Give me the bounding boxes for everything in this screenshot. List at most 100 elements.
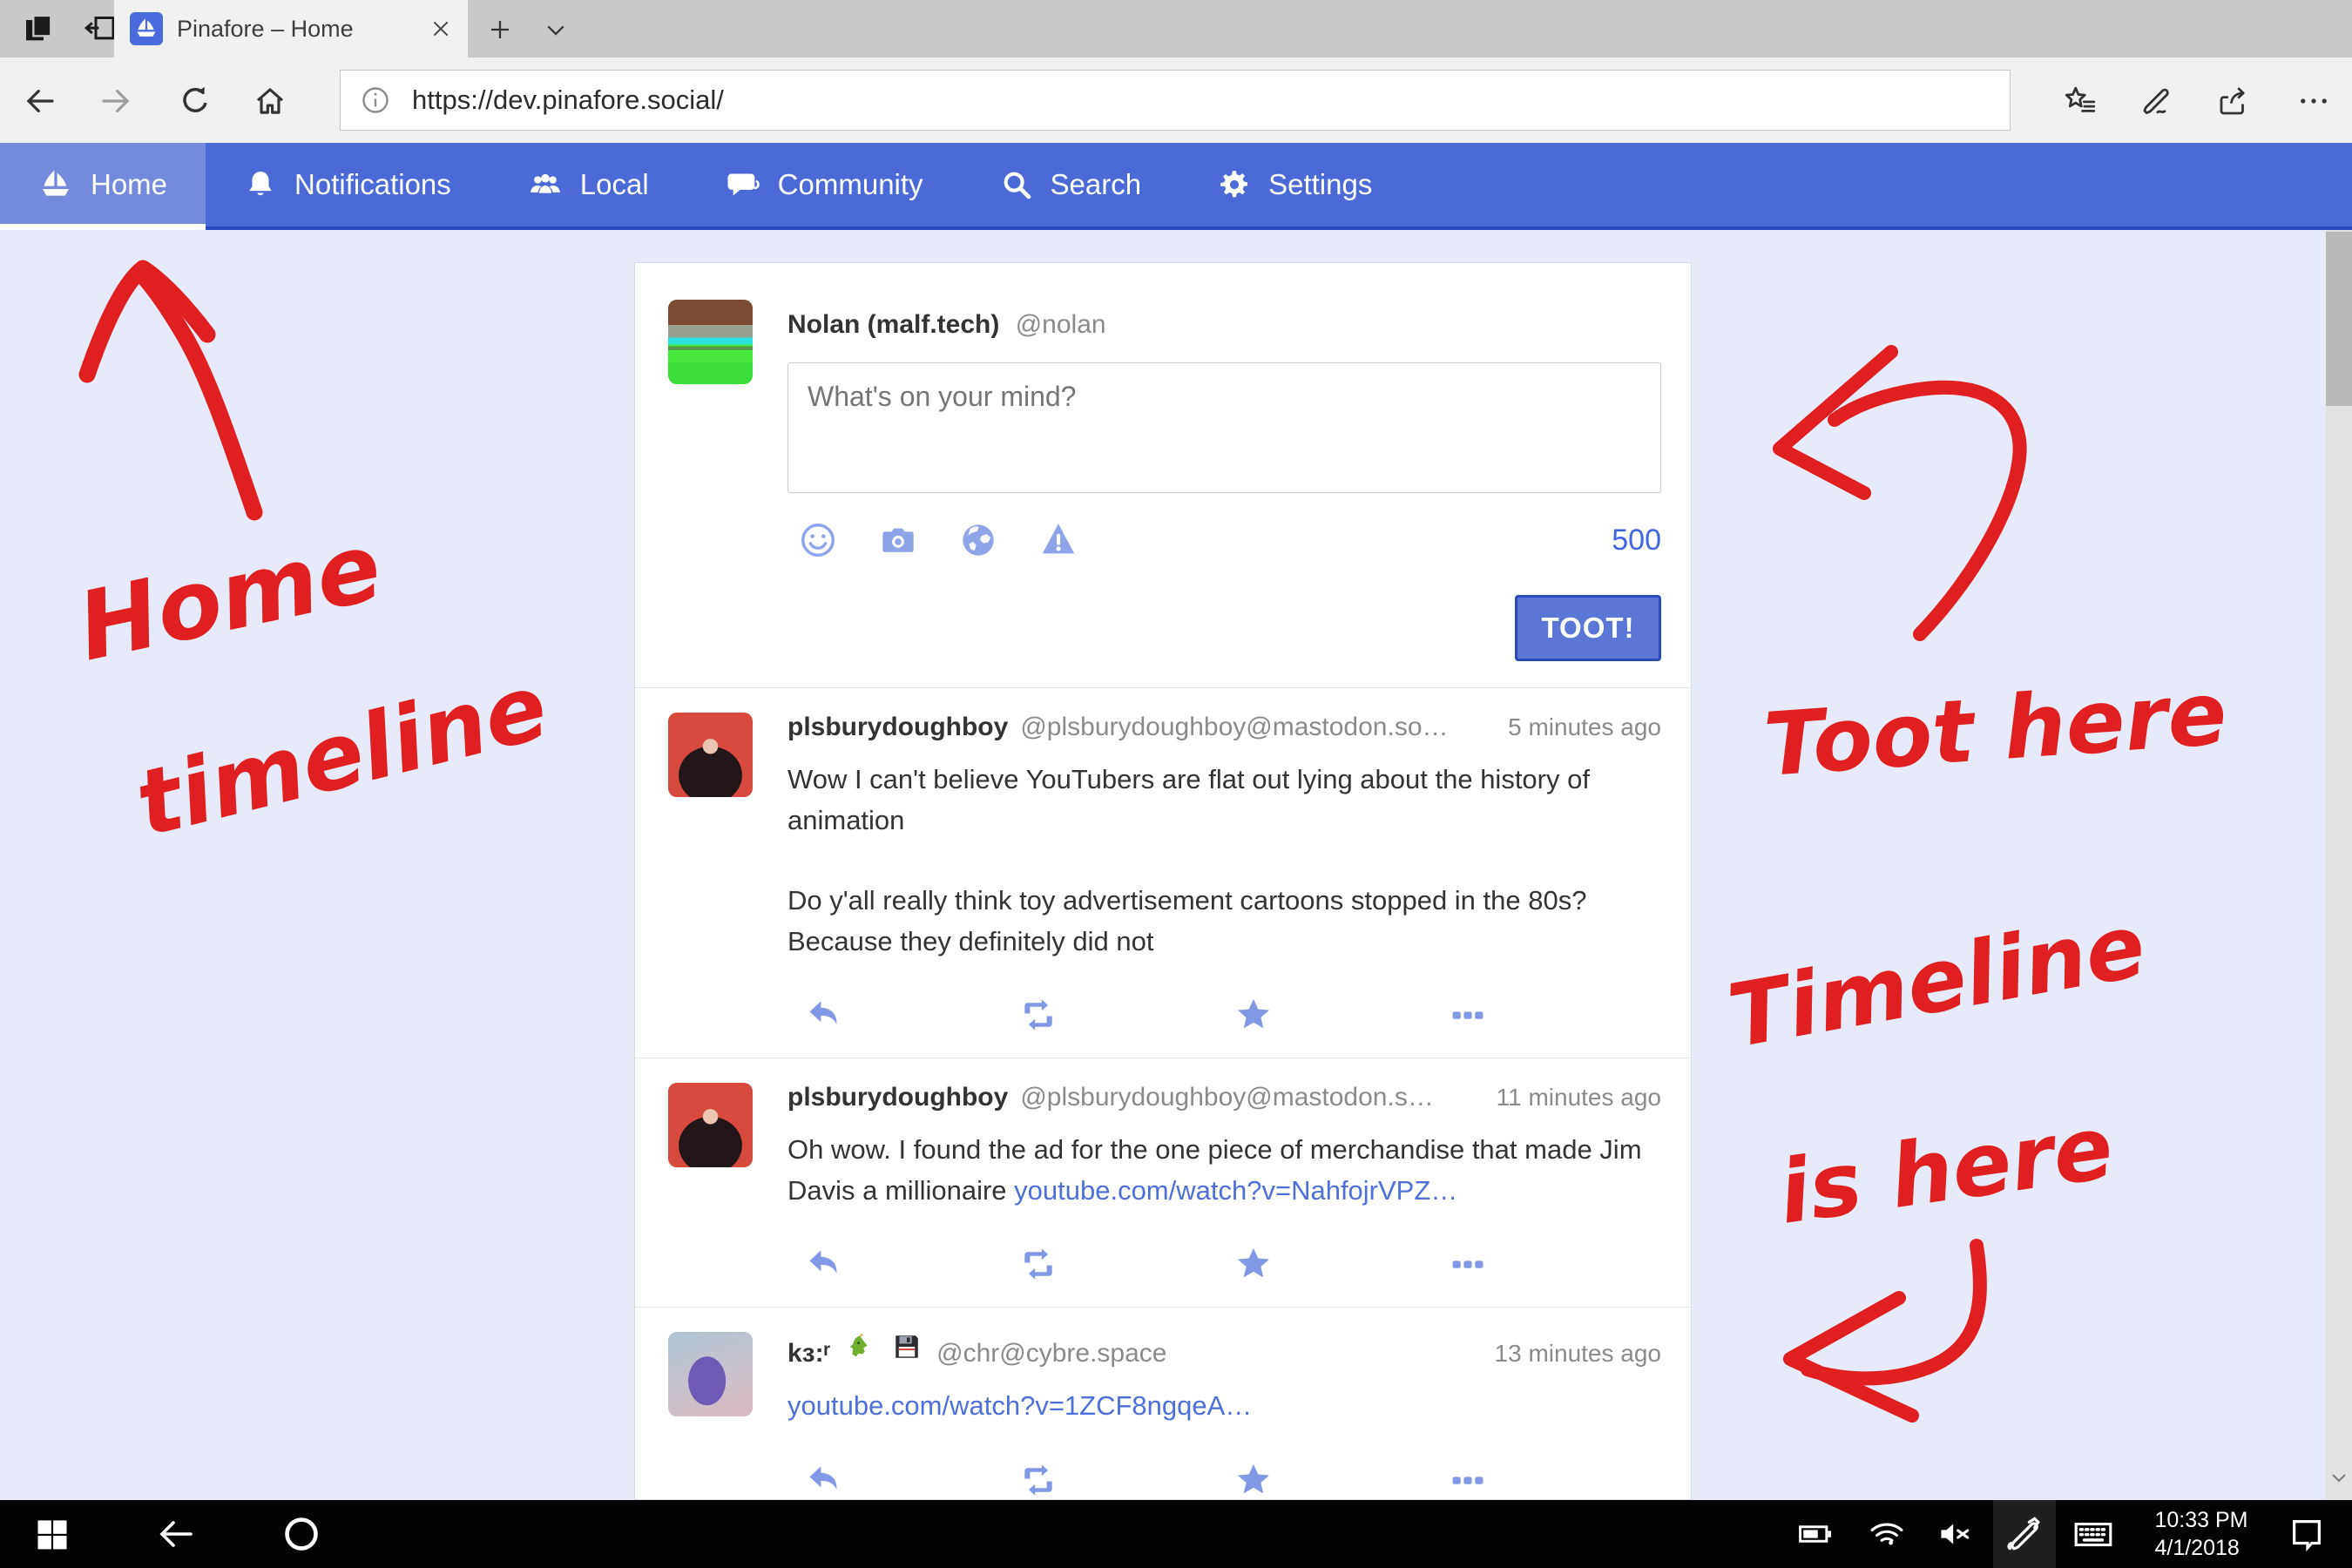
reply-icon[interactable] bbox=[805, 1461, 843, 1499]
chars-remaining: 500 bbox=[1612, 524, 1661, 558]
post-actions bbox=[787, 1244, 1661, 1291]
timeline-feed: Nolan (malf.tech) @nolan bbox=[634, 262, 1692, 1500]
compose-input[interactable] bbox=[787, 362, 1661, 493]
scrollbar-thumb[interactable] bbox=[2326, 232, 2352, 406]
post-content: Wow I can't believe YouTubers are flat o… bbox=[787, 760, 1661, 962]
post-timestamp[interactable]: 11 minutes ago bbox=[1497, 1084, 1661, 1112]
wifi-icon[interactable] bbox=[1859, 1500, 1915, 1568]
nav-item-local[interactable]: Local bbox=[490, 143, 687, 226]
back-icon[interactable] bbox=[21, 82, 59, 120]
avatar[interactable] bbox=[668, 1332, 753, 1416]
web-note-pen-icon[interactable] bbox=[2138, 82, 2176, 120]
post-actions bbox=[787, 1460, 1661, 1501]
post-timestamp[interactable]: 13 minutes ago bbox=[1495, 1340, 1661, 1368]
tab-preview-icon[interactable] bbox=[19, 10, 59, 47]
touch-keyboard-icon[interactable] bbox=[2063, 1500, 2124, 1568]
sailboat-icon bbox=[38, 167, 73, 202]
post-user-name[interactable]: kз:ʳ bbox=[787, 1339, 830, 1369]
url-input[interactable] bbox=[410, 84, 1895, 117]
taskbar-back-button[interactable] bbox=[150, 1500, 202, 1568]
refresh-icon[interactable] bbox=[176, 82, 214, 120]
post-user-name[interactable]: plsburydoughboy bbox=[787, 1083, 1008, 1112]
boost-icon[interactable] bbox=[1018, 1460, 1058, 1500]
start-button[interactable] bbox=[26, 1500, 78, 1568]
nav-label: Local bbox=[580, 168, 649, 201]
windows-ink-pen-icon[interactable] bbox=[1993, 1500, 2056, 1568]
post-user-handle: @plsburydoughboy@mastodon.s… bbox=[1020, 1083, 1434, 1112]
cortana-button[interactable] bbox=[275, 1500, 328, 1568]
people-icon bbox=[528, 167, 563, 202]
pinafore-favicon-icon bbox=[130, 12, 163, 45]
clock-time: 10:33 PM bbox=[2154, 1506, 2247, 1535]
post-more-icon[interactable] bbox=[1449, 1245, 1487, 1283]
nav-label: Community bbox=[778, 168, 923, 201]
favorite-star-icon[interactable] bbox=[1233, 995, 1274, 1035]
new-tab-button[interactable] bbox=[481, 12, 519, 47]
post-more-icon[interactable] bbox=[1449, 1461, 1487, 1499]
browser-tab[interactable]: Pinafore – Home bbox=[114, 0, 468, 57]
browser-tab-strip: Pinafore – Home bbox=[0, 0, 2352, 57]
content-warning-icon[interactable] bbox=[1038, 520, 1078, 560]
battery-icon[interactable] bbox=[1788, 1500, 1843, 1568]
post-user-name[interactable]: plsburydoughboy bbox=[787, 713, 1008, 742]
nav-item-home[interactable]: Home bbox=[0, 143, 206, 226]
home-icon[interactable] bbox=[251, 82, 289, 120]
nav-item-community[interactable]: Community bbox=[687, 143, 962, 226]
boost-icon[interactable] bbox=[1018, 1244, 1058, 1284]
compose-box: Nolan (malf.tech) @nolan bbox=[635, 263, 1691, 688]
floppy-disk-emoji-icon bbox=[892, 1332, 922, 1362]
reply-icon[interactable] bbox=[805, 1245, 843, 1283]
avatar[interactable] bbox=[668, 1083, 753, 1167]
address-bar[interactable] bbox=[340, 70, 2011, 131]
browser-toolbar bbox=[0, 57, 2352, 143]
post-link[interactable]: youtube.com/watch?v=1ZCF8ngqeA… bbox=[787, 1390, 1252, 1421]
favorite-star-icon[interactable] bbox=[1233, 1460, 1274, 1500]
post-more-icon[interactable] bbox=[1449, 996, 1487, 1034]
page-scrollbar[interactable] bbox=[2326, 230, 2352, 1500]
scrollbar-down-icon[interactable] bbox=[2328, 1467, 2349, 1488]
clock-date: 4/1/2018 bbox=[2154, 1534, 2247, 1563]
nav-item-search[interactable]: Search bbox=[962, 143, 1180, 226]
compose-user-handle: @nolan bbox=[1016, 310, 1106, 339]
toot-button[interactable]: TOOT! bbox=[1515, 595, 1661, 661]
timeline-post: plsburydoughboy @plsburydoughboy@mastodo… bbox=[635, 1058, 1691, 1308]
tab-close-icon[interactable] bbox=[429, 17, 452, 40]
reply-icon[interactable] bbox=[805, 996, 843, 1034]
bell-icon bbox=[244, 168, 277, 201]
globe-icon[interactable] bbox=[958, 520, 998, 560]
action-center-icon[interactable] bbox=[2279, 1500, 2335, 1568]
post-content: Oh wow. I found the ad for the one piece… bbox=[787, 1130, 1661, 1211]
favorites-hub-icon[interactable] bbox=[2061, 82, 2099, 120]
post-actions bbox=[787, 995, 1661, 1042]
avatar[interactable] bbox=[668, 713, 753, 797]
compose-byline: Nolan (malf.tech) @nolan bbox=[787, 310, 1661, 340]
screen: Pinafore – Home bbox=[0, 0, 2352, 1568]
post-link[interactable]: youtube.com/watch?v=NahfojrVPZ… bbox=[1014, 1175, 1457, 1206]
nav-label: Settings bbox=[1268, 168, 1372, 201]
browser-more-icon[interactable] bbox=[2295, 82, 2333, 120]
nav-item-settings[interactable]: Settings bbox=[1179, 143, 1410, 226]
emoji-picker-icon[interactable] bbox=[798, 520, 838, 560]
timeline-post: plsburydoughboy @plsburydoughboy@mastodo… bbox=[635, 688, 1691, 1058]
chat-bubble-icon bbox=[726, 167, 760, 202]
post-user-handle: @chr@cybre.space bbox=[936, 1339, 1166, 1369]
boost-icon[interactable] bbox=[1018, 995, 1058, 1035]
timeline-post: kз:ʳ @chr@cybre.space 13 minutes ago you… bbox=[635, 1308, 1691, 1500]
share-icon[interactable] bbox=[2214, 82, 2253, 120]
post-timestamp[interactable]: 5 minutes ago bbox=[1508, 713, 1661, 741]
forward-icon[interactable] bbox=[97, 82, 135, 120]
gear-icon bbox=[1218, 168, 1251, 201]
nav-label: Search bbox=[1051, 168, 1142, 201]
tab-list-chevron-icon[interactable] bbox=[537, 12, 575, 47]
avatar[interactable] bbox=[668, 300, 753, 384]
camera-icon[interactable] bbox=[878, 520, 918, 560]
volume-muted-icon[interactable] bbox=[1927, 1500, 1983, 1568]
favorite-star-icon[interactable] bbox=[1233, 1244, 1274, 1284]
nav-item-notifications[interactable]: Notifications bbox=[206, 143, 490, 226]
post-user-handle: @plsburydoughboy@mastodon.so… bbox=[1020, 713, 1448, 742]
site-info-icon[interactable] bbox=[360, 84, 391, 116]
nav-label: Home bbox=[91, 168, 167, 201]
taskbar-clock[interactable]: 10:33 PM 4/1/2018 bbox=[2136, 1500, 2267, 1568]
windows-taskbar: 10:33 PM 4/1/2018 bbox=[0, 1500, 2352, 1568]
nav-label: Notifications bbox=[294, 168, 451, 201]
